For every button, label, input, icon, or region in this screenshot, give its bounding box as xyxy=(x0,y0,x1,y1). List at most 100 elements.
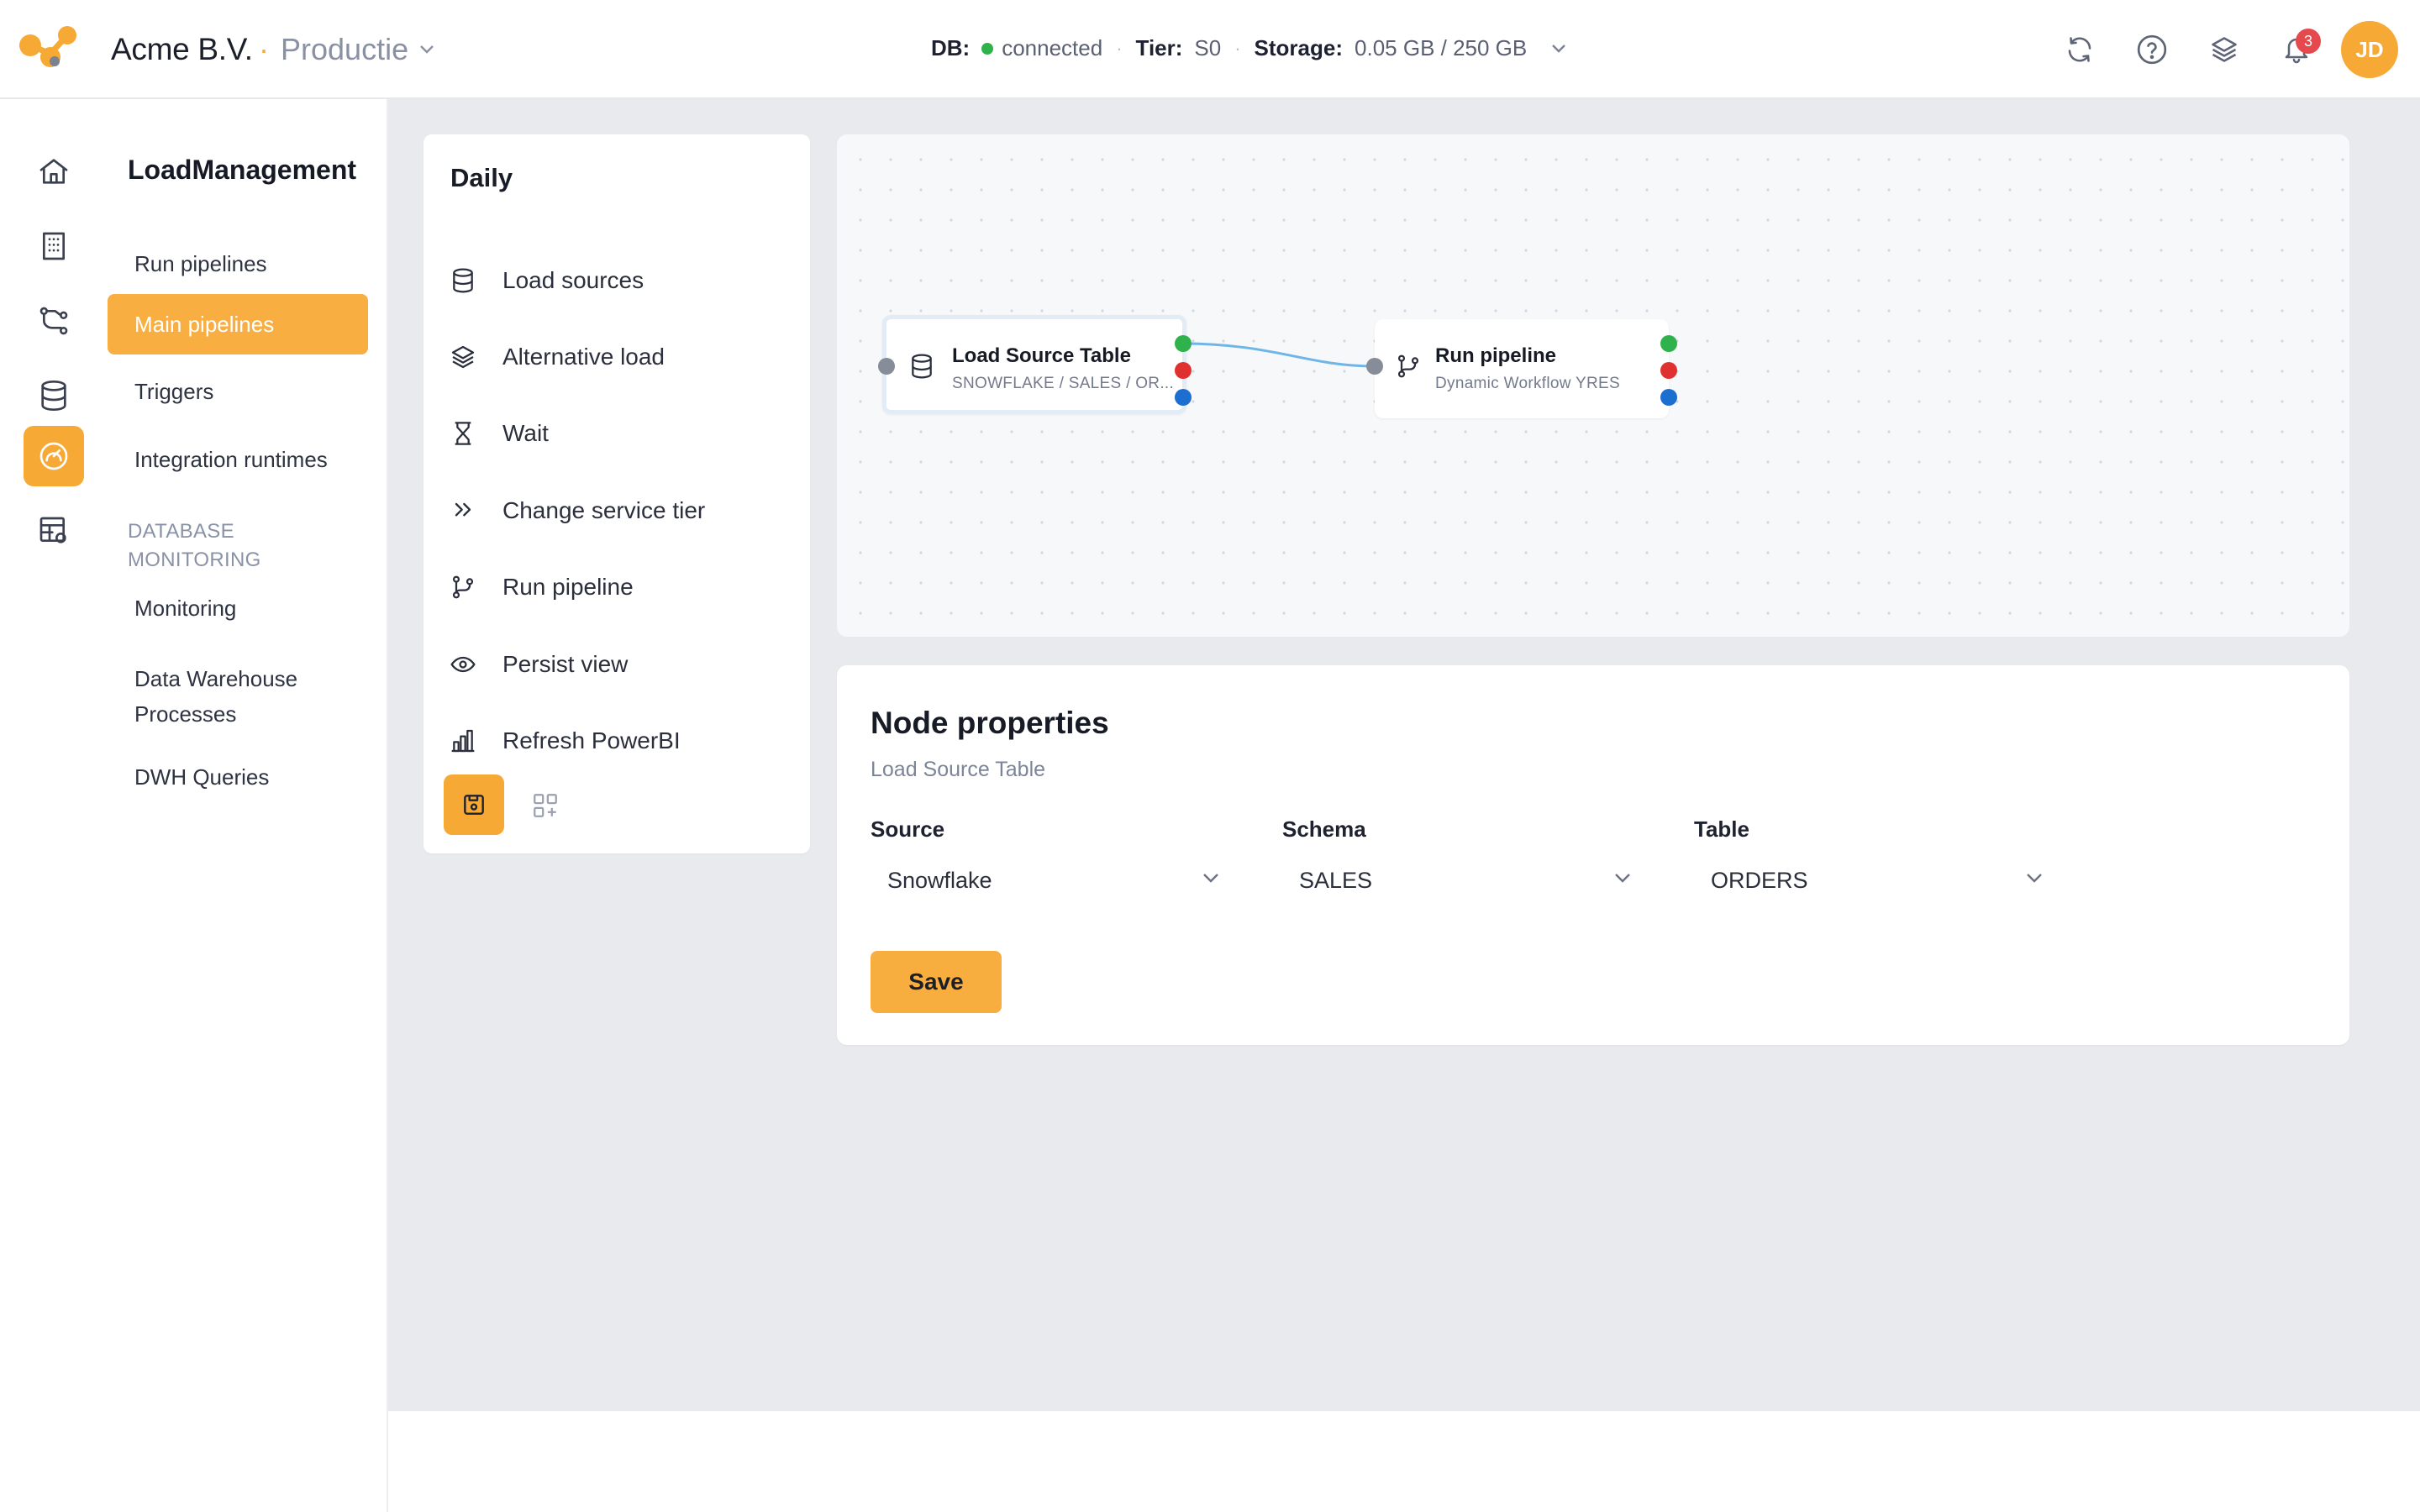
node-subtitle: SNOWFLAKE / SALES / OR... xyxy=(952,375,1175,392)
table-label: Table xyxy=(1694,816,1749,842)
nav-item-label: Data Warehouse Processes xyxy=(134,661,297,732)
node-input-port[interactable] xyxy=(1366,358,1383,375)
node-success-port[interactable] xyxy=(1660,335,1677,352)
palette-item-refresh-powerbi[interactable]: Refresh PowerBI xyxy=(449,716,785,766)
database-icon xyxy=(37,379,71,412)
status-expand-chevron-icon[interactable] xyxy=(1550,43,1567,55)
nav-item-data-warehouse-processes[interactable]: Data Warehouse Processes xyxy=(108,659,368,734)
database-icon xyxy=(908,353,937,381)
palette-title: Daily xyxy=(450,163,513,192)
node-failure-port[interactable] xyxy=(1175,362,1192,379)
nav-item-label: DWH Queries xyxy=(134,764,270,790)
add-widget-grid-icon[interactable] xyxy=(531,791,560,820)
palette-item-load-sources[interactable]: Load sources xyxy=(449,255,785,306)
pipeline-node-load-source-table[interactable]: Load Source Table SNOWFLAKE / SALES / OR… xyxy=(882,315,1186,414)
table-select[interactable]: ORDERS xyxy=(1691,855,2060,906)
nav-item-label-line: Processes xyxy=(134,701,237,727)
palette-item-run-pipeline[interactable]: Run pipeline xyxy=(449,562,785,612)
layers-icon xyxy=(449,343,477,371)
footer-area xyxy=(388,1411,2420,1512)
pipeline-edge xyxy=(1181,342,1376,368)
tier-value: S0 xyxy=(1194,35,1222,60)
nav-item-label-line: Data Warehouse xyxy=(134,666,298,691)
rail-database-button[interactable] xyxy=(24,365,84,426)
building-icon xyxy=(37,229,71,263)
section-header-database-monitoring: DATABASE MONITORING xyxy=(128,517,261,575)
storage-label: Storage: xyxy=(1254,35,1344,60)
pipeline-node-run-pipeline[interactable]: Run pipeline Dynamic Workflow YRES xyxy=(1375,319,1669,418)
nav-item-integration-runtimes[interactable]: Integration runtimes xyxy=(108,429,368,490)
save-button[interactable]: Save xyxy=(871,951,1002,1013)
palette-item-label: Load sources xyxy=(502,267,644,293)
status-separator: · xyxy=(1116,37,1123,59)
panel-subtitle: Load Source Table xyxy=(871,758,1046,781)
rail-pipeline-graph-button[interactable] xyxy=(24,291,84,351)
node-title: Load Source Table xyxy=(952,344,1131,367)
rail-gauge-button[interactable] xyxy=(24,426,84,486)
database-icon xyxy=(449,266,477,295)
pipeline-canvas[interactable]: Load Source Table SNOWFLAKE / SALES / OR… xyxy=(837,134,2349,637)
section-header-line: MONITORING xyxy=(128,549,261,571)
hourglass-icon xyxy=(449,419,477,448)
top-bar: Acme B.V. · Productie DB: connected · Ti… xyxy=(0,0,2420,99)
rail-home-button[interactable] xyxy=(24,141,84,202)
title-separator: · xyxy=(259,32,269,66)
storage-value: 0.05 GB / 250 GB xyxy=(1355,35,1528,60)
top-actions: 3 JD xyxy=(2044,0,2420,99)
node-failure-port[interactable] xyxy=(1660,362,1677,379)
layers-icon[interactable] xyxy=(2188,13,2260,86)
palette-item-wait[interactable]: Wait xyxy=(449,408,785,459)
environment-selector[interactable]: Productie xyxy=(281,32,435,67)
user-avatar[interactable]: JD xyxy=(2341,21,2398,78)
help-icon[interactable] xyxy=(2116,13,2188,86)
status-separator: · xyxy=(1234,37,1241,59)
palette-item-label: Run pipeline xyxy=(502,574,634,600)
node-completion-port[interactable] xyxy=(1175,389,1192,406)
save-pipeline-button[interactable] xyxy=(444,774,504,835)
section-header-line: DATABASE xyxy=(128,520,234,543)
tier-label: Tier: xyxy=(1135,35,1183,60)
rail-table-settings-button[interactable] xyxy=(24,501,84,561)
node-title: Run pipeline xyxy=(1435,344,1556,367)
node-success-port[interactable] xyxy=(1175,335,1192,352)
palette-item-change-service-tier[interactable]: Change service tier xyxy=(449,486,785,536)
gauge-icon xyxy=(37,439,71,473)
table-value: ORDERS xyxy=(1711,867,1808,893)
refresh-icon[interactable] xyxy=(2044,13,2116,86)
nav-item-run-pipelines[interactable]: Run pipelines xyxy=(108,234,368,294)
node-subtitle: Dynamic Workflow YRES xyxy=(1435,375,1620,392)
schema-select[interactable]: SALES xyxy=(1279,855,1649,906)
nav-item-triggers[interactable]: Triggers xyxy=(108,361,368,422)
source-value: Snowflake xyxy=(887,867,992,893)
organization-name: Acme B.V. xyxy=(111,32,253,66)
nav-item-monitoring[interactable]: Monitoring xyxy=(108,578,368,638)
notification-count-badge: 3 xyxy=(2296,29,2321,54)
db-status: connected xyxy=(1002,35,1103,60)
eye-icon xyxy=(449,650,477,679)
schema-value: SALES xyxy=(1299,867,1373,893)
schema-label: Schema xyxy=(1282,816,1366,842)
palette-item-label: Wait xyxy=(502,420,549,446)
rail-building-button[interactable] xyxy=(24,216,84,276)
palette-item-persist-view[interactable]: Persist view xyxy=(449,639,785,690)
nav-item-dwh-queries[interactable]: DWH Queries xyxy=(108,747,368,807)
palette-item-label: Change service tier xyxy=(502,497,706,523)
environment-label: Productie xyxy=(281,32,409,66)
nav-item-main-pipelines[interactable]: Main pipelines xyxy=(108,294,368,354)
secondary-nav: LoadManagement Run pipelines Main pipeli… xyxy=(106,99,388,1512)
palette-item-alternative-load[interactable]: Alternative load xyxy=(449,332,785,382)
chevron-down-icon xyxy=(418,44,435,55)
chevron-down-icon xyxy=(2025,872,2044,884)
node-completion-port[interactable] xyxy=(1660,389,1677,406)
source-select[interactable]: Snowflake xyxy=(867,855,1237,906)
connection-status-bar: DB: connected · Tier: S0 · Storage: 0.05… xyxy=(931,35,1567,61)
section-title: LoadManagement xyxy=(128,155,357,185)
app-logo-icon[interactable] xyxy=(18,24,79,72)
nav-item-label: Main pipelines xyxy=(134,311,275,337)
nav-item-label: Integration runtimes xyxy=(134,446,328,472)
palette-item-label: Persist view xyxy=(502,651,629,677)
notifications-bell-icon[interactable]: 3 xyxy=(2260,13,2333,86)
node-input-port[interactable] xyxy=(878,358,895,375)
chevron-down-icon xyxy=(1202,872,1220,884)
db-label: DB: xyxy=(931,35,971,60)
